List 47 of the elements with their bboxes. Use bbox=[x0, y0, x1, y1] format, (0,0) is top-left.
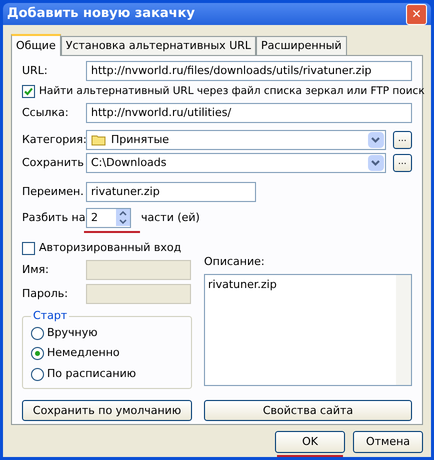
button[interactable]: Отмена bbox=[353, 431, 423, 453]
button[interactable]: ... bbox=[392, 130, 412, 149]
input-field[interactable]: http://nvworld.ru/utilities/ bbox=[86, 102, 412, 123]
radio-label: По расписанию bbox=[47, 366, 136, 382]
checkbox-label: Авторизированный вход bbox=[39, 240, 182, 256]
button[interactable]: Свойства сайта bbox=[204, 400, 412, 422]
spin-field[interactable]: 2 bbox=[86, 208, 131, 228]
field-label: Переимен. bbox=[22, 184, 82, 200]
dropdown-value: C:\Downloads bbox=[91, 154, 168, 170]
field-label: Ссылка: bbox=[22, 104, 70, 120]
radio-label: Немедленно bbox=[47, 345, 120, 362]
field-label: Имя: bbox=[22, 262, 50, 278]
tab[interactable]: Установка альтернативных URL bbox=[60, 36, 256, 55]
description-text: rivatuner.zip bbox=[207, 277, 278, 294]
check-icon bbox=[24, 87, 33, 96]
checkbox-label: Найти альтернативный URL через файл списка зеркал или FTP поиск bbox=[39, 84, 425, 99]
spin-value: 2 bbox=[91, 210, 99, 226]
input-field[interactable]: rivatuner.zip bbox=[86, 182, 256, 202]
window-title: Добавить новую закачку bbox=[7, 5, 195, 24]
tab[interactable]: Общие bbox=[11, 34, 61, 56]
radio-label: Вручную bbox=[47, 324, 98, 341]
underline-mark bbox=[277, 455, 343, 457]
folder-icon bbox=[91, 134, 107, 146]
close-button[interactable]: ✕ bbox=[406, 4, 427, 24]
button[interactable]: OK bbox=[275, 431, 345, 453]
dropdown[interactable]: Принятые bbox=[86, 130, 386, 150]
radio-button[interactable] bbox=[31, 368, 44, 380]
underline-mark bbox=[84, 230, 140, 233]
input-field[interactable]: http://nvworld.ru/files/downloads/utils/rivatuner.zip bbox=[86, 61, 412, 81]
button[interactable]: Сохранить по умолчанию bbox=[22, 400, 192, 422]
dropdown-value: Принятые bbox=[111, 132, 170, 148]
checkbox[interactable] bbox=[22, 242, 35, 254]
tab[interactable]: Расширенный bbox=[256, 36, 347, 55]
spin-arrows-icon bbox=[116, 209, 130, 226]
field-label: Сохранить bbox=[22, 154, 82, 170]
field-label: части (ей) bbox=[141, 210, 200, 226]
dropdown[interactable]: C:\Downloads bbox=[86, 152, 386, 173]
field-label: Разбить на bbox=[22, 210, 82, 226]
field-label: Описание: bbox=[204, 254, 266, 270]
radio-button[interactable] bbox=[31, 347, 44, 360]
description-field[interactable]: rivatuner.zip bbox=[204, 274, 412, 386]
radio-button[interactable] bbox=[31, 326, 44, 340]
field-label: URL: bbox=[22, 62, 49, 79]
button[interactable]: ... bbox=[392, 154, 412, 172]
group-title: Старт bbox=[32, 308, 68, 324]
checkbox[interactable] bbox=[22, 85, 35, 98]
field-label: Пароль: bbox=[22, 286, 69, 302]
